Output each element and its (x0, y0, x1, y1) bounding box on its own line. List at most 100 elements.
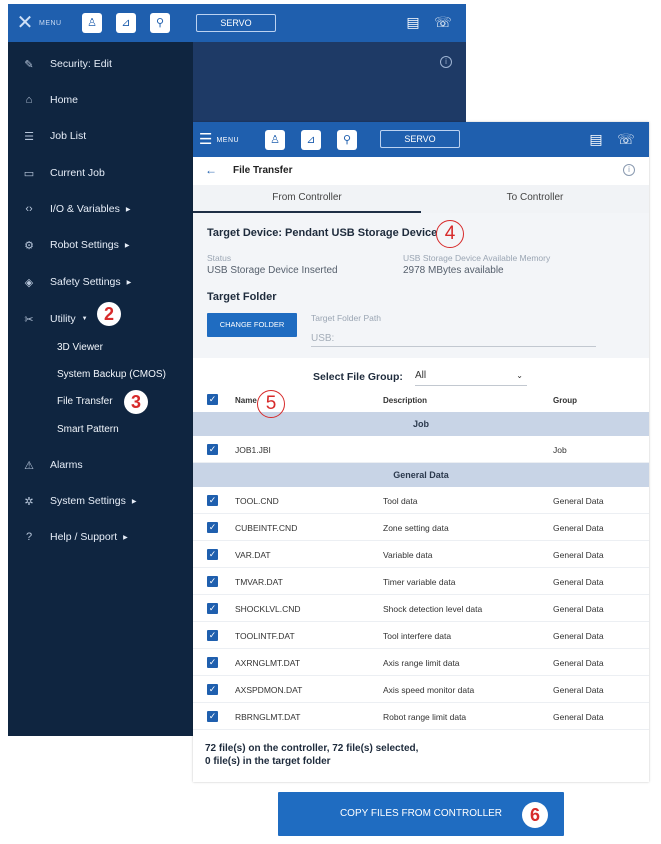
chat-icon[interactable]: ▤ (585, 129, 607, 149)
column-name: Name (235, 396, 257, 405)
coordinate-icon[interactable]: ⊿ (116, 13, 136, 33)
servo-button[interactable]: SERVO (380, 130, 460, 148)
cell-group: General Data (553, 523, 604, 533)
row-checkbox[interactable]: ✓ (207, 657, 218, 668)
sidebar-item-job-list[interactable]: ☰ Job List (8, 122, 193, 150)
info-icon[interactable]: i (623, 164, 635, 176)
group-header: General Data (193, 463, 649, 487)
hamburger-icon: ☰ (199, 131, 213, 148)
table-row[interactable]: ✓ AXSPDMON.DAT Axis speed monitor data Gene… (193, 676, 649, 703)
table-row[interactable]: ✓ RBRNGLMT.DAT Robot range limit data Gener… (193, 703, 649, 730)
tab-from-controller[interactable]: From Controller (193, 185, 421, 213)
row-checkbox[interactable]: ✓ (207, 711, 218, 722)
table-row[interactable]: ✓ CUBEINTF.CND Zone setting data General Da… (193, 514, 649, 541)
row-checkbox[interactable]: ✓ (207, 576, 218, 587)
close-icon: ✕ (16, 12, 34, 34)
row-checkbox[interactable]: ✓ (207, 549, 218, 560)
table-row[interactable]: ✓ SHOCKLVL.CND Shock detection level data G… (193, 595, 649, 622)
target-folder-heading: Target Folder (207, 291, 277, 303)
row-checkbox[interactable]: ✓ (207, 630, 218, 641)
sidebar-item-help-support[interactable]: ? Help / Support ▶ (8, 523, 193, 551)
sidebar-item-label: Current Job (50, 167, 105, 179)
caret-right-icon: ▶ (124, 242, 130, 249)
summary-line-1: 72 file(s) on the controller, 72 file(s)… (205, 743, 419, 754)
cell-name: SHOCKLVL.CND (235, 604, 301, 614)
status-value: USB Storage Device Inserted (207, 265, 338, 276)
cell-name: TMVAR.DAT (235, 577, 283, 587)
coordinate-icon[interactable]: ⊿ (301, 130, 321, 150)
sidebar-subitem-file-transfer[interactable]: File Transfer (57, 392, 113, 412)
table-row[interactable]: ✓ TOOLINTF.DAT Tool interfere data General … (193, 622, 649, 649)
row-checkbox[interactable]: ✓ (207, 603, 218, 614)
sidebar-item-system-settings[interactable]: ✲ System Settings ▶ (8, 487, 193, 515)
caret-right-icon: ▶ (126, 279, 132, 286)
cell-group: General Data (553, 712, 604, 722)
callout-3: 3 (124, 390, 148, 414)
page-title: File Transfer (233, 165, 293, 176)
cell-group: General Data (553, 685, 604, 695)
sidebar-item-current-job[interactable]: ▭ Current Job (8, 159, 193, 187)
chevron-down-icon: ⌄ (516, 371, 523, 380)
cell-description: Axis range limit data (383, 658, 460, 668)
tab-to-controller[interactable]: To Controller (421, 185, 649, 213)
teach-pendant-icon[interactable]: ☏ (432, 12, 454, 32)
cell-name: TOOL.CND (235, 496, 279, 506)
summary-line-2: 0 file(s) in the target folder (205, 756, 331, 767)
folder-path-input[interactable] (311, 331, 596, 347)
cell-name: RBRNGLMT.DAT (235, 712, 301, 722)
close-menu-button[interactable]: ✕ MENU (14, 12, 62, 34)
select-all-checkbox[interactable]: ✓ (207, 394, 218, 405)
robot-icon[interactable]: ♙ (265, 130, 285, 150)
file-group-select[interactable]: All ⌄ (415, 368, 527, 386)
sidebar-subitem-3d-viewer[interactable]: 3D Viewer (57, 338, 103, 358)
row-checkbox[interactable]: ✓ (207, 522, 218, 533)
table-row[interactable]: ✓ VAR.DAT Variable data General Data (193, 541, 649, 568)
back-arrow-icon[interactable]: ← (205, 163, 217, 177)
teach-pendant-icon[interactable]: ☏ (615, 129, 637, 149)
table-row[interactable]: ✓ TOOL.CND Tool data General Data (193, 487, 649, 514)
top-toolbar: ☰ MENU ♙ ⊿ ⚲ SERVO ▤ ☏ (193, 122, 649, 157)
sidebar-item-safety-settings[interactable]: ◈ Safety Settings ▶ (8, 268, 193, 296)
cell-description: Axis speed monitor data (383, 685, 475, 695)
table-row[interactable]: ✓ TMVAR.DAT Timer variable data General Dat… (193, 568, 649, 595)
cell-group: General Data (553, 550, 604, 560)
table-row[interactable]: ✓ AXRNGLMT.DAT Axis range limit data Genera… (193, 649, 649, 676)
callout-6: 6 (522, 802, 548, 828)
cell-description: Robot range limit data (383, 712, 467, 722)
servo-button[interactable]: SERVO (196, 14, 276, 32)
row-checkbox[interactable]: ✓ (207, 684, 218, 695)
sidebar-item-label: Help / Support (50, 531, 118, 543)
row-checkbox[interactable]: ✓ (207, 495, 218, 506)
sidebar-item-alarms[interactable]: ⚠ Alarms (8, 451, 193, 479)
user-icon[interactable]: ⚲ (150, 13, 170, 33)
sidebar-item-robot-settings[interactable]: ⚙ Robot Settings ▶ (8, 231, 193, 259)
sidebar-subitem-system-backup-cmos[interactable]: System Backup (CMOS) (57, 365, 166, 385)
folder-path-label: Target Folder Path (311, 313, 381, 323)
sidebar-item-label: Security: Edit (50, 58, 112, 70)
sidebar-item-label: I/O & Variables (50, 203, 120, 215)
cell-name: VAR.DAT (235, 550, 271, 560)
cell-name: CUBEINTF.CND (235, 523, 298, 533)
sidebar-item-i-o-variables[interactable]: ‹› I/O & Variables ▶ (8, 195, 193, 223)
job-icon: ▭ (23, 167, 35, 180)
table-row[interactable]: ✓ JOB1.JBI Job (193, 436, 649, 463)
change-folder-button[interactable]: CHANGE FOLDER (207, 313, 297, 337)
caret-down-icon: ▼ (81, 316, 88, 322)
robot-icon[interactable]: ♙ (82, 13, 102, 33)
callout-2: 2 (97, 302, 121, 326)
sidebar-subitem-smart-pattern[interactable]: Smart Pattern (57, 420, 119, 440)
list-icon: ☰ (24, 130, 34, 143)
user-icon[interactable]: ⚲ (337, 130, 357, 150)
sidebar-item-security-edit[interactable]: ✎ Security: Edit (8, 50, 193, 78)
page-header: ← File Transfer i (193, 157, 649, 185)
chat-icon[interactable]: ▤ (402, 12, 424, 32)
memory-value: 2978 MBytes available (403, 265, 504, 276)
menu-button[interactable]: ☰ MENU (199, 130, 239, 150)
cell-description: Tool data (383, 496, 418, 506)
cell-group: General Data (553, 658, 604, 668)
sidebar-item-label: Alarms (50, 459, 83, 471)
sidebar-item-home[interactable]: ⌂ Home (8, 86, 193, 114)
info-icon[interactable]: i (440, 56, 452, 68)
cell-description: Zone setting data (383, 523, 449, 533)
row-checkbox[interactable]: ✓ (207, 444, 218, 455)
